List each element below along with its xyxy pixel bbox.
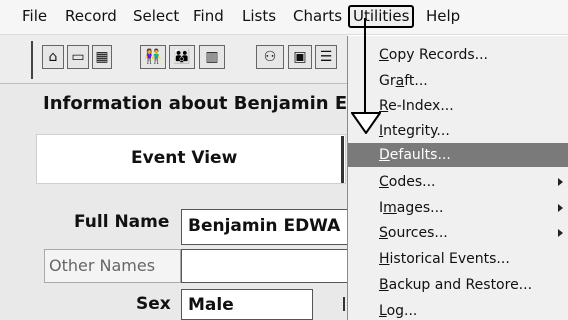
full-name-field[interactable]: Benjamin EDWA bbox=[181, 209, 348, 245]
menu-item-mnemonic: L bbox=[379, 303, 387, 319]
menu-lists[interactable]: Lists bbox=[241, 7, 277, 26]
menu-charts[interactable]: Charts bbox=[292, 7, 343, 26]
book-icon[interactable]: ▥ bbox=[199, 45, 225, 69]
menu-item-label: e-Index... bbox=[388, 98, 454, 114]
utilities-menu-item[interactable]: Images... bbox=[379, 199, 568, 217]
utilities-menu-item[interactable]: Copy Records... bbox=[379, 46, 488, 64]
other-names-button[interactable]: Other Names bbox=[44, 249, 181, 283]
family-icon[interactable]: 👪 bbox=[169, 45, 195, 69]
menu-item-mnemonic: S bbox=[379, 225, 388, 241]
menu-item-label: efaults... bbox=[389, 147, 451, 163]
toolbar: ⌂ ▭ ▦ 👫 👪 ▥ ⚇ ▣ ☰ bbox=[0, 35, 348, 84]
menu-item-mnemonic: B bbox=[379, 277, 389, 293]
sex-field[interactable]: Male bbox=[181, 289, 313, 320]
toolbar-divider bbox=[31, 41, 33, 79]
menu-item-mnemonic: C bbox=[379, 174, 389, 190]
sex-field-edge bbox=[343, 297, 345, 311]
annotation-arrow bbox=[364, 18, 366, 119]
menu-item-label: ackup and Restore... bbox=[388, 277, 533, 293]
menu-item-mnemonic: a bbox=[395, 73, 405, 89]
utilities-menu-item[interactable]: Sources... bbox=[379, 224, 568, 242]
menu-item-label: istorical Events... bbox=[389, 251, 510, 267]
menu-item-mnemonic: C bbox=[379, 47, 389, 63]
utilities-menu-item[interactable]: Historical Events... bbox=[379, 250, 510, 268]
menu-bar: File Record Select Find Lists Charts Uti… bbox=[0, 0, 568, 35]
menu-select[interactable]: Select bbox=[132, 7, 180, 26]
utilities-menu-item[interactable]: Re-Index... bbox=[379, 97, 454, 115]
couple-icon[interactable]: 👫 bbox=[140, 45, 166, 69]
calculator-icon[interactable]: ▦ bbox=[92, 45, 112, 69]
menu-item-label: ft... bbox=[404, 73, 428, 89]
menu-item-mnemonic: H bbox=[379, 251, 390, 267]
menu-item-label: og... bbox=[386, 303, 418, 319]
submenu-arrow-icon bbox=[558, 204, 563, 212]
group-icon[interactable]: ⚇ bbox=[256, 45, 284, 69]
register-icon[interactable]: ☰ bbox=[315, 45, 337, 69]
full-name-label: Full Name bbox=[74, 212, 170, 232]
menu-item-label: odes... bbox=[388, 174, 436, 190]
sex-label: Sex bbox=[136, 294, 171, 314]
arrow-down-icon bbox=[351, 112, 381, 134]
menu-item-label: ages... bbox=[396, 200, 444, 216]
main-panel bbox=[0, 84, 348, 320]
menu-item-mnemonic: D bbox=[379, 147, 390, 163]
tab-event-view[interactable]: Event View bbox=[36, 134, 346, 184]
card-icon[interactable]: ▭ bbox=[67, 45, 89, 69]
utilities-menu-item[interactable]: Backup and Restore... bbox=[379, 276, 532, 294]
menu-item-label: ources... bbox=[387, 225, 448, 241]
page-title: Information about Benjamin E bbox=[43, 93, 348, 114]
tab-event-view-label: Event View bbox=[131, 148, 238, 168]
menu-record[interactable]: Record bbox=[64, 7, 118, 26]
tab-divider bbox=[341, 136, 344, 183]
album-icon[interactable]: ▣ bbox=[288, 45, 312, 69]
menu-item-mnemonic: m bbox=[383, 200, 397, 216]
utilities-menu-item[interactable]: Integrity... bbox=[379, 122, 450, 140]
utilities-menu-item[interactable]: Graft... bbox=[379, 72, 428, 90]
menu-item-label: opy Records... bbox=[388, 47, 488, 63]
menu-find[interactable]: Find bbox=[192, 7, 225, 26]
menu-file[interactable]: File bbox=[21, 7, 48, 26]
submenu-arrow-icon bbox=[558, 178, 563, 186]
utilities-menu-item[interactable]: Codes... bbox=[379, 173, 568, 191]
utilities-menu-item[interactable]: Log... bbox=[379, 302, 417, 320]
utilities-dropdown: Copy Records... Graft... Re-Index... Integr… bbox=[347, 36, 568, 320]
menu-item-label: Gr bbox=[379, 73, 396, 89]
submenu-arrow-icon bbox=[558, 229, 563, 237]
menu-item-label: ntegrity... bbox=[383, 123, 450, 139]
menu-utilities[interactable]: Utilities bbox=[348, 5, 415, 28]
utilities-menu-item[interactable]: Defaults... bbox=[348, 143, 568, 167]
menu-help[interactable]: Help bbox=[425, 7, 461, 26]
other-names-field[interactable] bbox=[181, 249, 348, 283]
home-icon[interactable]: ⌂ bbox=[42, 45, 64, 69]
